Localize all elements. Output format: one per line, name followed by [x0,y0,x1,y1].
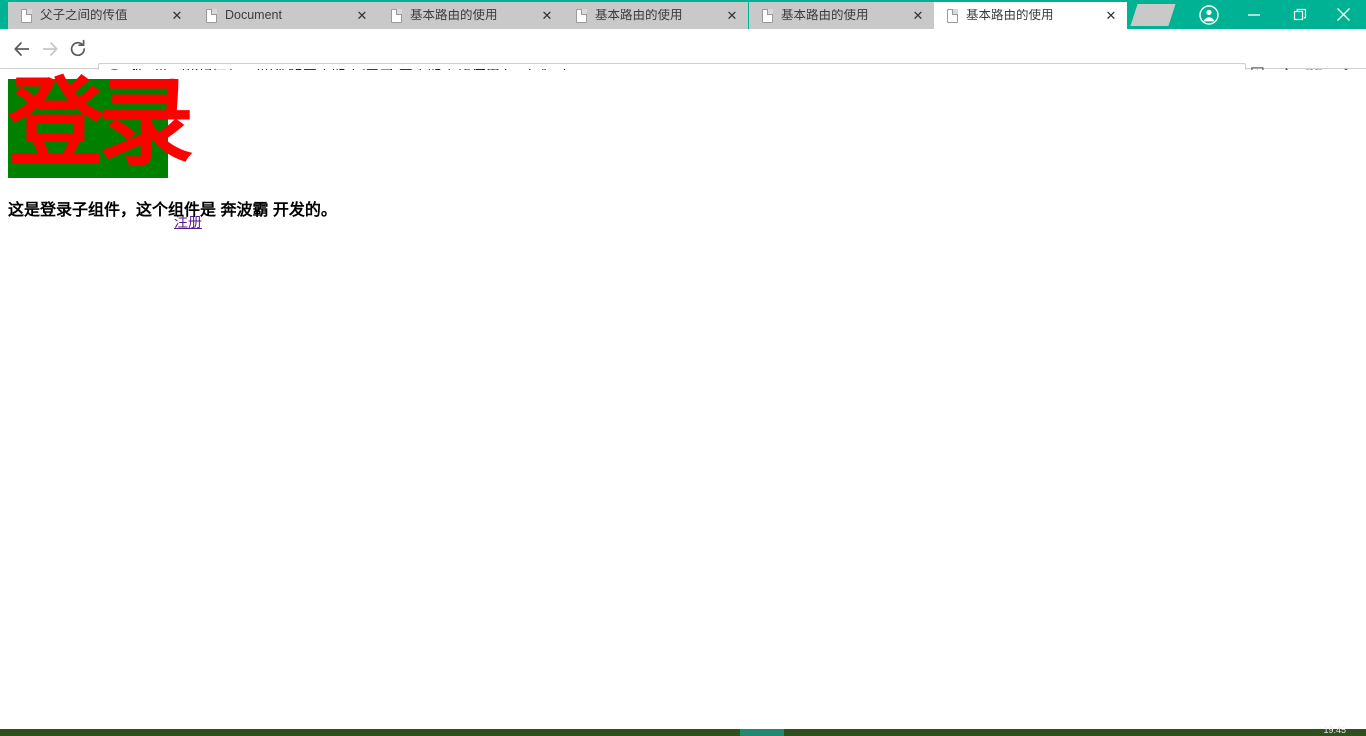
browser-tab[interactable]: 基本路由的使用 ✕ [563,2,748,29]
taskbar-clock[interactable]: 19:45 [1323,726,1346,733]
login-banner-text: 登录 [8,70,194,179]
back-arrow-icon[interactable] [8,35,36,63]
browser-tab[interactable]: Document ✕ [193,2,378,29]
page-viewport: 登录 注册 这是登录子组件，这个组件是 奔波霸 开发的。 [0,70,1366,729]
tab-title: 基本路由的使用 [781,9,869,22]
tab-strip: 父子之间的传值 ✕ Document ✕ 基本路由的使用 ✕ 基本路由的使用 ✕… [0,0,1366,29]
forward-arrow-icon [36,35,64,63]
document-icon [21,8,32,23]
browser-window: 父子之间的传值 ✕ Document ✕ 基本路由的使用 ✕ 基本路由的使用 ✕… [0,0,1366,729]
close-icon[interactable]: ✕ [909,7,927,25]
maximize-restore-icon[interactable] [1277,0,1322,29]
minimize-icon[interactable] [1231,0,1276,29]
browser-tab[interactable]: 基本路由的使用 ✕ [378,2,563,29]
close-icon[interactable]: ✕ [168,7,186,25]
tab-title: 基本路由的使用 [595,9,683,22]
browser-toolbar: ⓘ file:///D:/代码区/vue/组件和基本路由/复习-基本路由的使用.… [0,29,1366,89]
profile-avatar-icon[interactable] [1186,0,1231,29]
reload-icon[interactable] [64,35,92,63]
tab-title: 基本路由的使用 [410,9,498,22]
document-icon [947,8,958,23]
close-icon[interactable]: ✕ [1102,7,1120,25]
document-icon [206,8,217,23]
document-icon [576,8,587,23]
taskbar-active-item[interactable] [740,729,784,736]
close-window-icon[interactable] [1321,0,1366,29]
tab-title: 基本路由的使用 [966,9,1054,22]
document-icon [762,8,773,23]
close-icon[interactable]: ✕ [723,7,741,25]
browser-tab[interactable]: 父子之间的传值 ✕ [8,2,193,29]
browser-tab-active[interactable]: 基本路由的使用 ✕ [934,2,1127,29]
close-icon[interactable]: ✕ [538,7,556,25]
tab-title: 父子之间的传值 [40,9,128,22]
component-note: 这是登录子组件，这个组件是 奔波霸 开发的。 [8,202,337,219]
tab-title: Document [225,9,282,22]
os-taskbar: 19:45 [0,726,1366,736]
document-icon [391,8,402,23]
browser-tab[interactable]: 基本路由的使用 ✕ [749,2,934,29]
new-tab-button[interactable] [1130,4,1176,26]
login-banner: 登录 [8,75,194,178]
close-icon[interactable]: ✕ [353,7,371,25]
